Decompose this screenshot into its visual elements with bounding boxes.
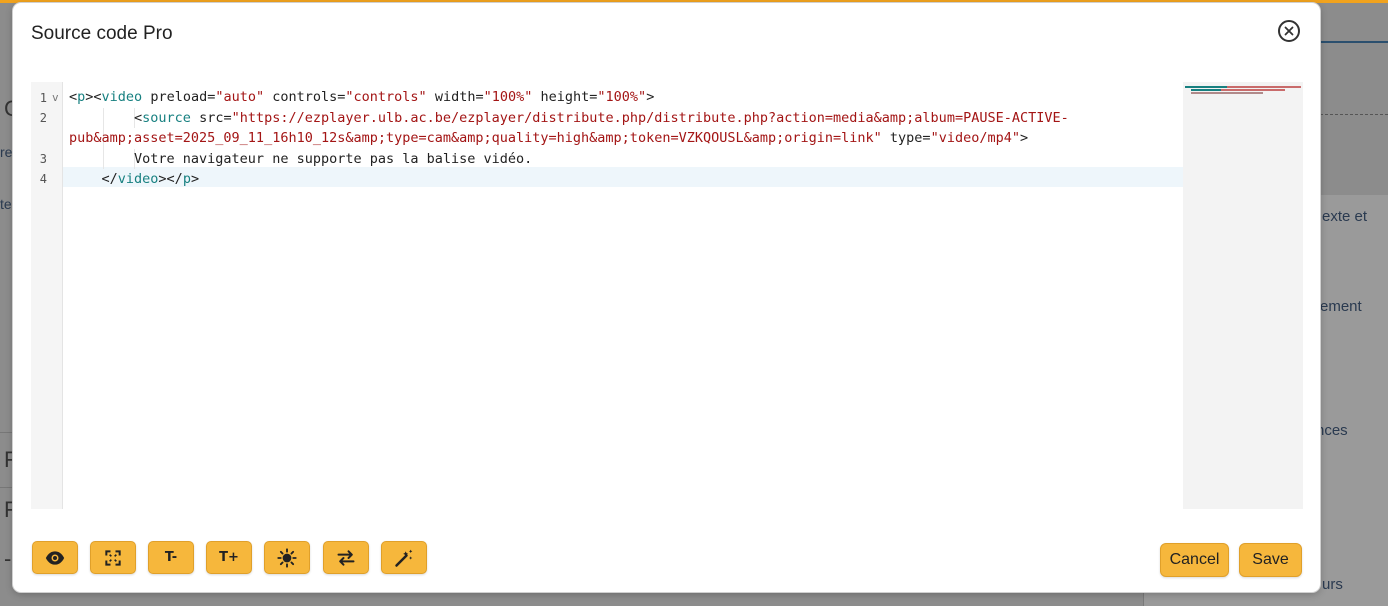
code-token: >< (85, 89, 102, 105)
code-token: "auto" (215, 89, 265, 105)
wrap-toggle-button[interactable] (323, 541, 369, 574)
code-token: controls= (264, 89, 346, 105)
code-token: source (142, 110, 191, 126)
fullscreen-icon (105, 549, 121, 566)
source-code-dialog: Source code Pro 1 v 2 3 4 <p><video prel… (13, 3, 1320, 592)
code-token: video (101, 89, 143, 105)
code-line: </video></p> (69, 169, 200, 189)
code-token: > (646, 89, 655, 105)
fold-chevron-icon[interactable]: v (52, 91, 59, 104)
line-number: 2 (39, 111, 47, 125)
font-decrease-button[interactable]: T- (148, 541, 194, 574)
background-text: nces (1316, 422, 1348, 439)
code-editor[interactable]: 1 v 2 3 4 <p><video preload="auto" contr… (31, 82, 1303, 509)
font-increase-button[interactable]: T+ (206, 541, 252, 574)
background-text: - (4, 546, 12, 571)
background-text: te (0, 196, 12, 212)
active-line-highlight (63, 167, 1183, 187)
close-button[interactable] (1278, 20, 1300, 42)
beautify-button[interactable] (381, 541, 427, 574)
code-line: <p><video preload="auto" controls="contr… (69, 87, 654, 107)
sun-icon (277, 547, 297, 568)
code-token: "100%" (597, 89, 647, 105)
code-token: src= (190, 110, 232, 126)
minimap-line (1185, 86, 1227, 88)
code-token: "controls" (345, 89, 427, 105)
minimap-line (1221, 89, 1285, 91)
minimap-line (1191, 89, 1221, 91)
code-text-area[interactable]: <p><video preload="auto" controls="contr… (63, 82, 1183, 509)
theme-toggle-button[interactable] (264, 541, 310, 574)
code-token: "video/mp4" (930, 130, 1020, 146)
swap-arrows-icon (337, 549, 355, 566)
background-text: ement (1320, 298, 1362, 315)
code-line: Votre navigateur ne supporte pas la bali… (69, 149, 532, 169)
minimap-line (1227, 86, 1301, 88)
line-number: 4 (39, 172, 47, 186)
code-token: height= (532, 89, 598, 105)
cancel-button[interactable]: Cancel (1160, 543, 1229, 577)
code-token: pub&amp;asset=2025_09_11_16h10_12s&amp;t… (69, 130, 882, 146)
background-header-line (1320, 41, 1388, 43)
code-line: <source src="https://ezplayer.ulb.ac.be/… (69, 108, 1069, 128)
code-token: width= (426, 89, 484, 105)
line-number: 1 v (39, 91, 59, 105)
font-increase-label: T+ (219, 550, 239, 565)
magic-wand-icon (395, 549, 413, 567)
code-token: < (69, 89, 78, 105)
background-text: exte et (1322, 208, 1368, 225)
code-line: pub&amp;asset=2025_09_11_16h10_12s&amp;t… (69, 128, 1028, 148)
dialog-title: Source code Pro (31, 23, 173, 44)
line-number-gutter: 1 v 2 3 4 (31, 82, 63, 509)
code-token: p (182, 171, 191, 187)
close-circle-icon (1284, 26, 1294, 36)
save-button[interactable]: Save (1239, 543, 1302, 577)
eye-icon (45, 550, 65, 565)
background-divider (0, 432, 14, 433)
code-token: type= (881, 130, 931, 146)
code-token: </ (69, 171, 118, 187)
code-minimap[interactable] (1183, 82, 1303, 509)
code-token: > (1019, 130, 1029, 146)
code-token: preload= (142, 89, 216, 105)
font-decrease-label: T- (164, 550, 178, 565)
preview-button[interactable] (32, 541, 78, 574)
background-text: urs (1322, 576, 1343, 593)
code-token: < (69, 110, 143, 126)
code-token: "https://ezplayer.ulb.ac.be/ezplayer/dis… (231, 110, 1069, 126)
background-text: re (0, 144, 13, 160)
code-token: video (117, 171, 159, 187)
code-token: "100%" (483, 89, 533, 105)
background-divider (0, 487, 14, 488)
background-dashed-line (1320, 114, 1388, 115)
code-token: > (190, 171, 200, 187)
fullscreen-button[interactable] (90, 541, 136, 574)
minimap-line (1191, 92, 1263, 94)
code-token: Votre navigateur ne supporte pas la bali… (69, 151, 533, 167)
line-number: 3 (39, 152, 47, 166)
code-token: ></ (158, 171, 183, 187)
